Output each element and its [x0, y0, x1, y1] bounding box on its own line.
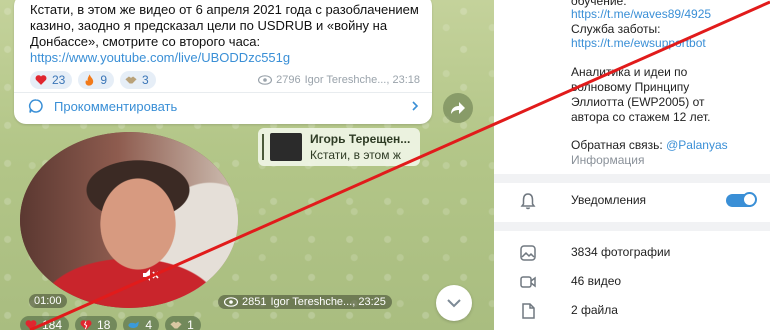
youtube-link[interactable]: https://www.youtube.com/live/UBODDzc551g	[30, 50, 425, 66]
divider	[14, 92, 432, 93]
share-arrow-icon	[451, 102, 465, 114]
notifications-label: Уведомления	[571, 193, 647, 207]
photos-label: 3834 фотографии	[571, 245, 671, 259]
heart-icon	[25, 320, 37, 330]
feedback-line: Обратная связь: @Palanyas	[571, 138, 728, 152]
info-link[interactable]: https://t.me/waves89/4925	[571, 7, 711, 21]
reply-thumbnail	[270, 133, 302, 161]
reaction-count: 4	[145, 318, 153, 330]
reaction-count: 9	[100, 73, 108, 87]
heart-icon	[35, 75, 47, 85]
reply-preview[interactable]: Игорь Терещен... Кстати, в этом ж	[258, 128, 420, 166]
bell-icon	[520, 193, 536, 210]
broken-heart-icon	[80, 320, 92, 330]
reaction-handshake[interactable]: 1	[165, 316, 201, 330]
author-time: Igor Tereshche..., 23:25	[270, 296, 386, 308]
fire-icon	[85, 74, 94, 86]
reaction-count: 23	[52, 73, 66, 87]
info-caption: Информация	[571, 153, 645, 167]
files-row[interactable]: 2 файла	[494, 296, 770, 324]
message-bubble[interactable]: Кстати, в этом же видео от 6 апреля 2021…	[14, 0, 432, 124]
reaction-count: 1	[187, 318, 194, 330]
file-icon	[522, 303, 535, 319]
info-line: Служба заботы:	[571, 22, 661, 36]
comment-label: Прокомментировать	[54, 98, 178, 114]
author-time: Igor Tereshche..., 23:18	[304, 74, 420, 86]
reaction-count: 18	[97, 318, 111, 330]
description-line: Эллиотта (EWP2005) от	[571, 95, 705, 109]
chat-panel: Кстати, в этом же видео от 6 апреля 2021…	[0, 0, 494, 330]
reply-text: Кстати, в этом ж	[310, 148, 401, 162]
comment-icon	[28, 99, 43, 113]
photos-row[interactable]: 3834 фотографии	[494, 238, 770, 266]
video-meta: 2851 Igor Tereshche..., 23:25	[218, 295, 392, 309]
video-reactions-bar: 184 18 4 1	[20, 316, 201, 330]
handshake-icon	[125, 76, 137, 84]
views-count: 2796	[276, 74, 301, 86]
eye-icon	[258, 75, 273, 85]
description-line: Аналитика и идеи по	[571, 65, 688, 79]
speaker-mute-icon	[143, 269, 159, 281]
chevron-down-icon	[447, 299, 461, 308]
videos-row[interactable]: 46 видео	[494, 267, 770, 295]
video-message[interactable]	[20, 132, 238, 308]
video-camera-icon	[520, 276, 536, 288]
videos-label: 46 видео	[571, 274, 622, 288]
description-line: автора со стажем 12 лет.	[571, 110, 711, 124]
scroll-down-button[interactable]	[436, 285, 472, 321]
description-line: волновому Принципу	[571, 80, 690, 94]
views-count: 2851	[242, 296, 267, 308]
files-label: 2 файла	[571, 303, 618, 317]
feedback-handle[interactable]: @Palanyas	[666, 138, 728, 152]
eye-icon	[224, 297, 238, 307]
reaction-count: 3	[142, 73, 149, 87]
section-separator	[494, 222, 770, 231]
reaction-heart[interactable]: 23	[30, 71, 73, 89]
reply-author: Игорь Терещен...	[310, 132, 411, 146]
info-link[interactable]: https://t.me/ewsupportbot	[571, 36, 706, 50]
reply-bar	[262, 134, 264, 160]
section-separator	[494, 174, 770, 183]
notifications-toggle[interactable]	[726, 192, 757, 207]
comment-button[interactable]: Прокомментировать	[28, 97, 420, 115]
reactions-bar: 23 9 3	[30, 71, 156, 89]
handshake-icon	[170, 321, 182, 329]
channel-info-panel: обучение: https://t.me/waves89/4925 Служ…	[494, 0, 770, 330]
message-text: Кстати, в этом же видео от 6 апреля 2021…	[30, 2, 425, 66]
message-line: казино, заодно я предсказал цели по USDR…	[30, 18, 388, 33]
message-line: Донбассе», смотрите со второго часа:	[30, 34, 261, 49]
reaction-whale[interactable]: 4	[123, 316, 160, 330]
feedback-label: Обратная связь:	[571, 138, 667, 152]
reaction-broken-heart[interactable]: 18	[75, 316, 118, 330]
video-duration: 01:00	[29, 294, 67, 308]
message-line: Кстати, в этом же видео от 6 апреля 2021…	[30, 2, 419, 17]
whale-icon	[128, 321, 140, 329]
share-button[interactable]	[443, 93, 473, 123]
reaction-fire[interactable]: 9	[78, 71, 115, 89]
chevron-right-icon	[412, 101, 419, 111]
message-meta: 2796 Igor Tereshche..., 23:18	[258, 74, 420, 86]
reaction-handshake[interactable]: 3	[120, 71, 156, 89]
photo-icon	[520, 245, 536, 261]
reaction-heart[interactable]: 184	[20, 316, 70, 330]
reaction-count: 184	[42, 318, 63, 330]
